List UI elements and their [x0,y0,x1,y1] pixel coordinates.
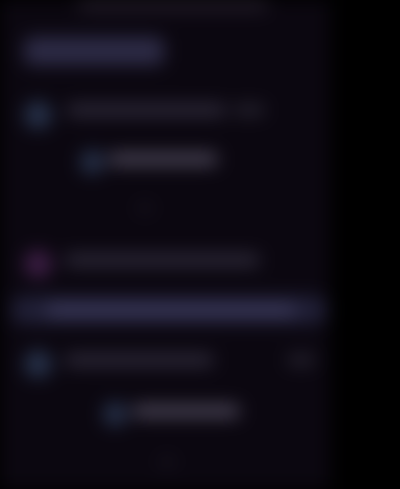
avatar [24,350,52,378]
nested-row-2[interactable] [0,394,330,438]
timestamp-bar [233,105,265,115]
top-pill[interactable] [24,37,164,65]
top-strip [78,0,268,10]
timestamp-bar [287,355,315,365]
right-empty-area [330,0,400,489]
nested-row-1[interactable] [0,142,330,186]
blurred-ui [0,0,400,489]
separator-dots [160,458,174,466]
reply-bar [132,405,240,417]
reply-bar [108,153,218,165]
message-row-1[interactable] [0,93,330,137]
avatar [24,250,52,278]
highlight-band-label [46,304,296,316]
message-row-2[interactable] [0,244,330,288]
avatar [24,101,52,129]
message-bar [66,104,226,116]
avatar [80,150,104,174]
screen [0,0,400,489]
message-bar [64,254,260,266]
message-row-3[interactable] [0,344,330,388]
avatar [103,402,127,426]
separator-dots [138,204,152,212]
message-bar [64,354,214,366]
